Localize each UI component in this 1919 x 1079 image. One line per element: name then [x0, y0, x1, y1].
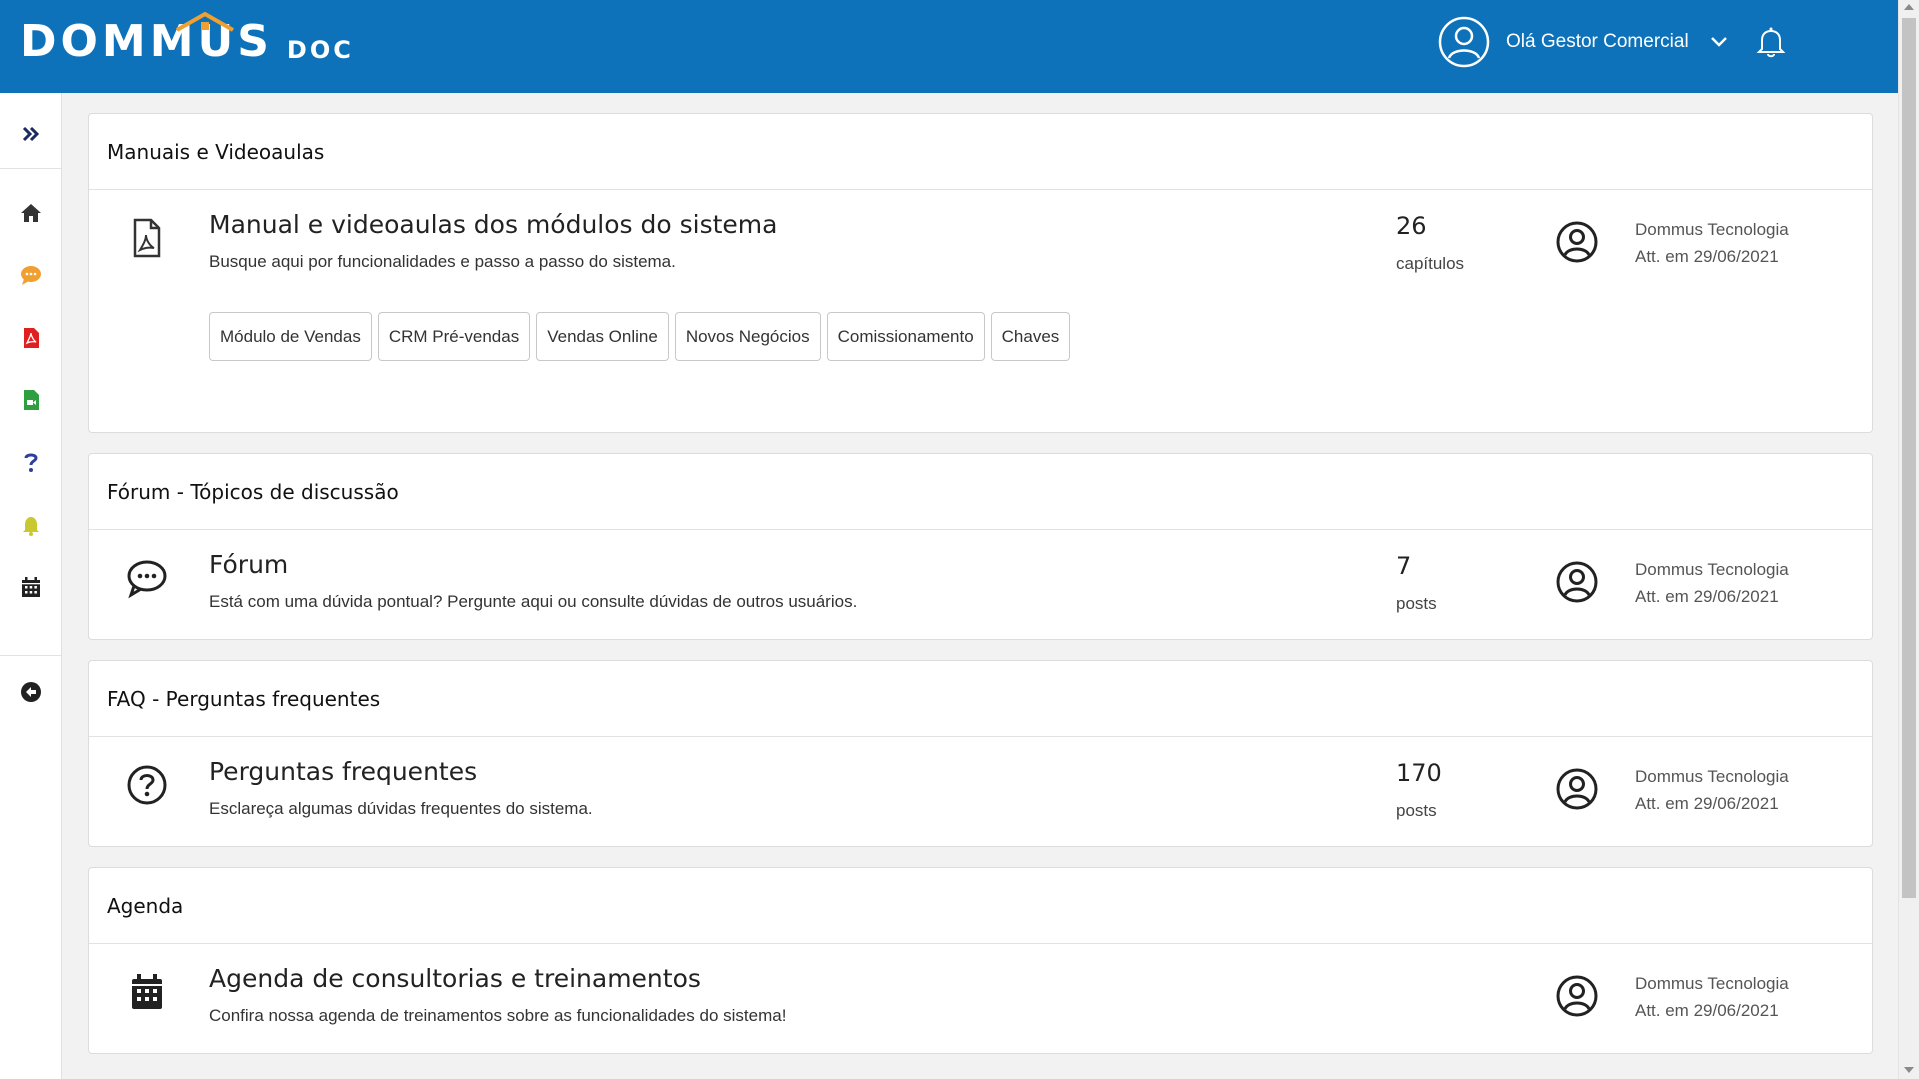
- pdf-file-icon: [133, 218, 161, 258]
- scroll-down-arrow-icon[interactable]: [1904, 1067, 1914, 1073]
- notification-bell-icon[interactable]: [1754, 25, 1788, 59]
- card-header: Manuais e Videoaulas: [89, 114, 1872, 190]
- pdf-icon: [24, 328, 39, 348]
- user-avatar-icon[interactable]: [1438, 16, 1490, 68]
- author-avatar-icon: [1556, 768, 1598, 810]
- expand-icon: [22, 126, 40, 142]
- item-title[interactable]: Manual e videoaulas dos módulos do siste…: [209, 210, 777, 239]
- logo-sub-text: DOC: [286, 36, 354, 64]
- calendar-icon: [22, 577, 40, 597]
- author-name: Dommus Tecnologia: [1635, 560, 1789, 579]
- chat-bubble-icon: [127, 560, 167, 599]
- scroll-up-arrow-icon[interactable]: [1904, 4, 1914, 10]
- author-name: Dommus Tecnologia: [1635, 220, 1789, 239]
- sidebar: [0, 93, 62, 1079]
- top-header: DOMMUS DOC Olá Gestor Comercial: [0, 0, 1898, 93]
- card-header: Fórum - Tópicos de discussão: [89, 454, 1872, 530]
- sidebar-item-home[interactable]: [0, 193, 62, 233]
- scrollbar-thumb[interactable]: [1902, 18, 1916, 898]
- sidebar-item-videos[interactable]: [0, 380, 62, 420]
- sidebar-item-agenda[interactable]: [0, 567, 62, 607]
- author-avatar-icon: [1556, 975, 1598, 1017]
- forum-card: Fórum - Tópicos de discussão Fórum Está …: [88, 453, 1873, 640]
- sidebar-divider: [0, 168, 62, 169]
- chat-icon: [21, 266, 41, 285]
- card-header: FAQ - Perguntas frequentes: [89, 661, 1872, 737]
- item-description: Esclareça algumas dúvidas frequentes do …: [209, 799, 593, 818]
- tag-novos-negocios[interactable]: Novos Negócios: [674, 312, 821, 361]
- item-count: 170: [1396, 759, 1442, 787]
- tag-crm-pre-vendas[interactable]: CRM Pré-vendas: [377, 312, 531, 361]
- sidebar-divider: [0, 655, 62, 656]
- updated-date: Att. em 29/06/2021: [1635, 587, 1779, 606]
- video-file-icon: [24, 390, 39, 410]
- sidebar-item-manuais[interactable]: [0, 318, 62, 358]
- agenda-card: Agenda Agenda de consultorias e treiname…: [88, 867, 1873, 1054]
- chevron-down-icon[interactable]: [1709, 32, 1729, 52]
- item-title[interactable]: Perguntas frequentes: [209, 757, 477, 786]
- item-description: Confira nossa agenda de treinamentos sob…: [209, 1006, 787, 1025]
- author-avatar-icon: [1556, 561, 1598, 603]
- item-title[interactable]: Fórum: [209, 550, 288, 579]
- calendar-icon: [132, 974, 162, 1009]
- logo-roof-icon: [176, 12, 234, 32]
- updated-date: Att. em 29/06/2021: [1635, 247, 1779, 266]
- sidebar-item-faq[interactable]: [0, 442, 62, 482]
- dommus-doc-logo[interactable]: DOMMUS DOC: [20, 12, 354, 64]
- faq-card: FAQ - Perguntas frequentes Perguntas fre…: [88, 660, 1873, 847]
- updated-date: Att. em 29/06/2021: [1635, 1001, 1779, 1020]
- sidebar-item-notifications[interactable]: [0, 505, 62, 545]
- item-count-label: posts: [1396, 801, 1437, 820]
- user-greeting[interactable]: Olá Gestor Comercial: [1506, 31, 1689, 53]
- back-arrow-icon: [21, 682, 41, 702]
- item-count-label: posts: [1396, 594, 1437, 613]
- manuais-card: Manuais e Videoaulas Manual e videoaulas…: [88, 113, 1873, 433]
- item-description: Busque aqui por funcionalidades e passo …: [209, 252, 676, 271]
- item-description: Está com uma dúvida pontual? Pergunte aq…: [209, 592, 858, 611]
- question-circle-icon: [127, 765, 167, 805]
- updated-date: Att. em 29/06/2021: [1635, 794, 1779, 813]
- home-icon: [21, 204, 41, 222]
- tag-vendas-online[interactable]: Vendas Online: [536, 312, 669, 361]
- tag-comissionamento[interactable]: Comissionamento: [826, 312, 985, 361]
- author-avatar-icon: [1556, 221, 1598, 263]
- sidebar-item-forum[interactable]: [0, 255, 62, 295]
- sidebar-expand[interactable]: [0, 114, 62, 154]
- question-icon: [24, 453, 38, 472]
- card-header: Agenda: [89, 868, 1872, 944]
- module-tags: Módulo de Vendas CRM Pré-vendas Vendas O…: [209, 312, 1071, 361]
- bell-icon: [23, 517, 39, 536]
- tag-chaves[interactable]: Chaves: [990, 312, 1071, 361]
- item-count-label: capítulos: [1396, 254, 1465, 273]
- tag-modulo-vendas[interactable]: Módulo de Vendas: [209, 312, 372, 361]
- page-scrollbar[interactable]: [1898, 0, 1919, 1079]
- author-name: Dommus Tecnologia: [1635, 767, 1789, 786]
- user-menu[interactable]: Olá Gestor Comercial: [1438, 16, 1788, 68]
- item-title[interactable]: Agenda de consultorias e treinamentos: [209, 964, 701, 993]
- item-count: 26: [1396, 212, 1427, 240]
- item-count: 7: [1396, 552, 1412, 580]
- sidebar-item-back[interactable]: [0, 672, 62, 712]
- author-name: Dommus Tecnologia: [1635, 974, 1789, 993]
